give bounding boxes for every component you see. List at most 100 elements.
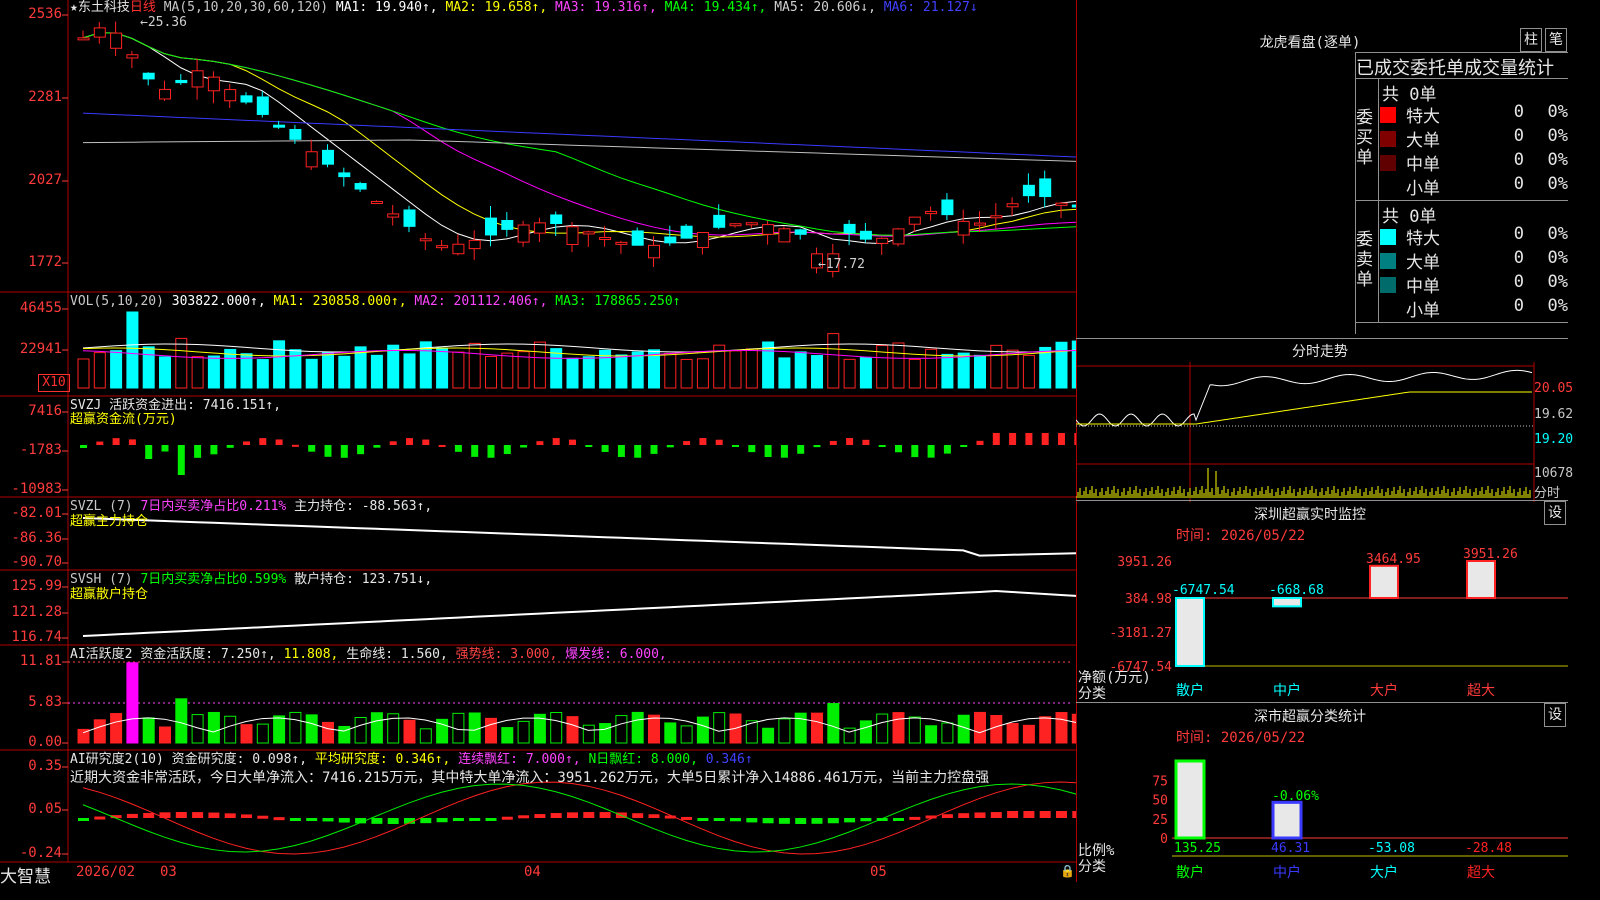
bar-mode-button[interactable]: 柱 bbox=[1520, 28, 1542, 52]
svzl-subtitle: 超赢主力持仓 bbox=[70, 514, 149, 529]
row-name: 小单 bbox=[1406, 301, 1440, 321]
ai-active-bar bbox=[680, 725, 693, 744]
ai-active-bar bbox=[159, 726, 171, 744]
svzj-bar bbox=[471, 445, 479, 457]
order-row-中单[interactable]: 中单 0 0% bbox=[1380, 150, 1568, 175]
candle-body bbox=[729, 223, 742, 227]
monitor-bar-散户 bbox=[1175, 597, 1205, 667]
svzl-tick: -82.01 bbox=[11, 505, 62, 521]
pen-mode-button[interactable]: 笔 bbox=[1545, 28, 1567, 52]
row-percent: 0% bbox=[1547, 150, 1568, 170]
order-row-小单[interactable]: 小单 0 0% bbox=[1380, 296, 1568, 321]
ai-research-bar bbox=[306, 818, 318, 821]
vol-header-item: 303822.000↑, bbox=[163, 294, 266, 309]
order-row-小单[interactable]: 小单 0 0% bbox=[1380, 174, 1568, 199]
monitor-cat: 大户 bbox=[1370, 682, 1398, 699]
ai-research-bar bbox=[208, 812, 220, 818]
volume-bar bbox=[974, 354, 986, 389]
volume-bar bbox=[615, 354, 628, 389]
order-row-大单[interactable]: 大单 0 0% bbox=[1380, 248, 1568, 273]
chart-canvas[interactable]: ←25.36 ←17.72 bbox=[0, 0, 1076, 882]
ai-active-bar bbox=[1006, 722, 1019, 744]
candle-body bbox=[305, 151, 318, 168]
candle-body bbox=[207, 76, 220, 92]
svzj-bar bbox=[927, 445, 935, 458]
ai-research-bar bbox=[175, 812, 187, 818]
ai-research-bar bbox=[583, 812, 595, 818]
ai-active-bar bbox=[256, 723, 269, 744]
ai-research-bar bbox=[387, 818, 399, 824]
intraday-chart[interactable] bbox=[1076, 362, 1568, 502]
svzj-bar bbox=[80, 445, 87, 448]
row-count: 0 bbox=[1513, 174, 1524, 194]
ai-active-header-item: 强势线: 3.000, bbox=[447, 647, 558, 662]
volume-bar bbox=[501, 352, 514, 389]
volume-bar bbox=[207, 355, 220, 389]
ai-research-bar bbox=[501, 816, 513, 820]
svzj-bar bbox=[340, 445, 348, 458]
order-row-特大[interactable]: 特大 0 0% bbox=[1380, 102, 1568, 127]
svzj-header-item: SVZJ 活跃资金进出: 7416.151↑, bbox=[70, 398, 282, 413]
ai-research-bar bbox=[844, 818, 856, 823]
x-label-05: 05 bbox=[870, 864, 887, 880]
period-label[interactable]: 日线 bbox=[130, 0, 156, 15]
stats-title: 已成交委托单成交量统计 bbox=[1356, 58, 1554, 79]
vol-unit-badge[interactable]: X10 bbox=[38, 374, 70, 392]
ai-research-bar bbox=[78, 818, 89, 821]
volume-bar bbox=[191, 356, 204, 389]
ai-active-bar bbox=[713, 712, 726, 744]
candle-body bbox=[273, 124, 286, 128]
candle-body bbox=[974, 222, 986, 226]
volume-bar bbox=[485, 355, 497, 389]
monitor-settings-button[interactable]: 设 bbox=[1544, 501, 1566, 525]
ai-research-header: AI研究度2(10) 资金研究度: 0.098↑, 平均研究度: 0.346↑,… bbox=[70, 752, 753, 768]
ai-active-bar bbox=[892, 712, 905, 744]
volume-bar bbox=[93, 352, 106, 389]
order-row-中单[interactable]: 中单 0 0% bbox=[1380, 272, 1568, 297]
ai-active-bar bbox=[631, 711, 644, 744]
ai-research-comment: 近期大资金非常活跃，今日大单净流入：7416.215万元，其中特大单净流入：39… bbox=[70, 770, 990, 786]
price-tick: 2536 bbox=[28, 6, 62, 22]
ai-active-bar bbox=[322, 721, 334, 744]
ai-research-bar bbox=[485, 818, 497, 821]
ai-research-bar bbox=[1023, 811, 1035, 818]
intraday-tick-2: 19.20 bbox=[1534, 432, 1574, 447]
candle-body bbox=[501, 219, 514, 230]
volume-bar bbox=[778, 357, 791, 389]
classify-title: 深市超赢分类统计 bbox=[1254, 709, 1366, 725]
svzj-bar bbox=[536, 441, 544, 445]
order-row-特大[interactable]: 特大 0 0% bbox=[1380, 224, 1568, 249]
volume-bar bbox=[550, 348, 563, 389]
color-swatch bbox=[1380, 253, 1396, 269]
svzj-bar bbox=[194, 445, 202, 458]
volume-bar bbox=[957, 352, 970, 389]
ai-active-bar bbox=[1022, 724, 1035, 744]
star-icon: ★ bbox=[70, 0, 78, 15]
svzj-bar bbox=[666, 445, 674, 448]
price-header-item: MA5: 20.606↓, bbox=[766, 0, 876, 15]
row-name: 大单 bbox=[1406, 253, 1440, 273]
ai-active-bar bbox=[1039, 716, 1052, 744]
ai-active-bar bbox=[1055, 712, 1068, 744]
volume-bar bbox=[811, 355, 823, 389]
order-row-大单[interactable]: 大单 0 0% bbox=[1380, 126, 1568, 151]
candle-body bbox=[1039, 178, 1052, 198]
classify-chart[interactable]: 75 50 25 0 135.25 散户 46.31 中户 -53.08 大户 -28.48 超大 -0… bbox=[1076, 744, 1568, 882]
row-count: 0 bbox=[1513, 272, 1524, 292]
brand-logo[interactable]: 大智慧 bbox=[0, 862, 51, 887]
svzj-bar bbox=[373, 445, 381, 448]
volume-bar bbox=[175, 337, 188, 389]
ai-research-header-item: 0.346↑ bbox=[697, 752, 753, 767]
classify-settings-button[interactable]: 设 bbox=[1544, 703, 1566, 727]
ai-active-bar bbox=[957, 714, 970, 744]
stock-name[interactable]: 东土科技 bbox=[78, 0, 130, 15]
volume-bar bbox=[892, 342, 905, 389]
candle-body bbox=[582, 231, 595, 235]
lock-icon[interactable]: 🔒 bbox=[1060, 864, 1075, 878]
price-panel-header: ★东土科技日线 MA(5,10,20,30,60,120) MA1: 19.94… bbox=[70, 0, 978, 16]
svzj-bar bbox=[715, 439, 723, 445]
classify-cat: 大户 bbox=[1370, 864, 1398, 881]
svzj-bar bbox=[1025, 433, 1033, 445]
ai-active-bar bbox=[175, 698, 188, 744]
svsh-subtitle: 超赢散户持仓 bbox=[70, 587, 149, 602]
